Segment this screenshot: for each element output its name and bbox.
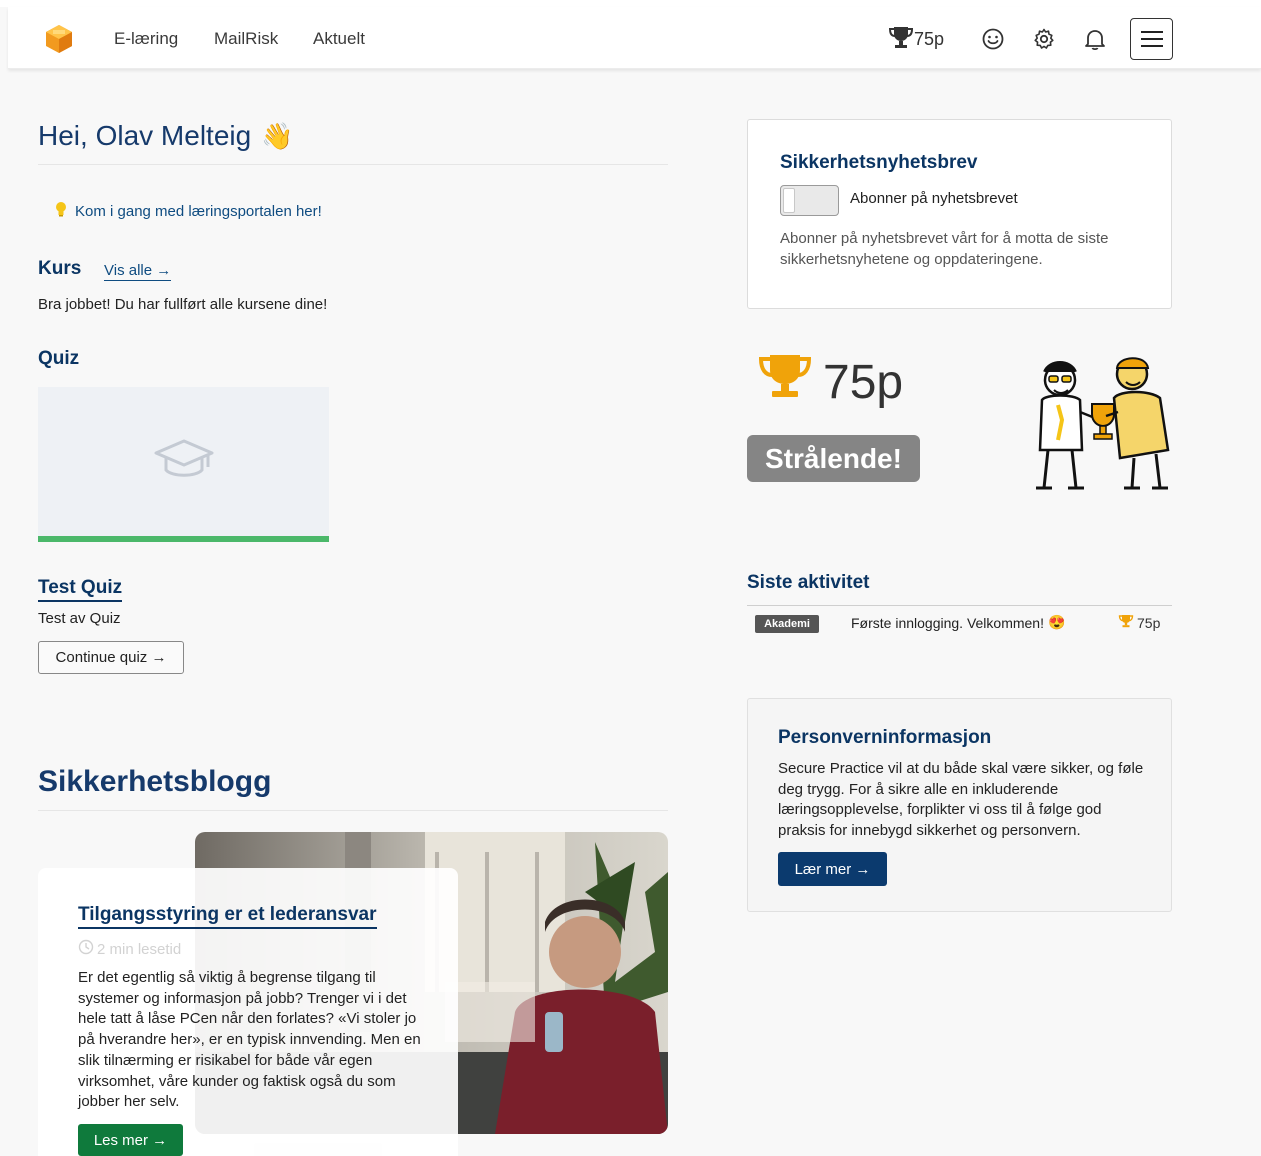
nav-link-elaering[interactable]: E-læring xyxy=(114,29,178,49)
read-time-text: 2 min lesetid xyxy=(97,940,182,958)
toggle-knob xyxy=(783,188,795,213)
divider xyxy=(38,810,668,811)
graduation-cap-icon xyxy=(152,437,216,486)
heart-eyes-emoji: 😍 xyxy=(1047,614,1066,630)
privacy-text: Secure Practice vil at du både skal være… xyxy=(778,760,1144,840)
privacy-heading: Personverninformasjon xyxy=(778,727,992,748)
divider xyxy=(747,605,1172,606)
activity-points: 75p xyxy=(1118,614,1160,631)
newsletter-toggle[interactable] xyxy=(780,185,839,216)
smiley-icon[interactable] xyxy=(981,25,1005,53)
blog-heading: Sikkerhetsblogg xyxy=(38,765,272,798)
privacy-card: Personverninformasjon Secure Practice vi… xyxy=(747,698,1172,912)
blog-post-excerpt: Er det egentlig så viktig å begrense til… xyxy=(78,969,421,1111)
clock-icon xyxy=(78,939,94,959)
top-navbar: E-læring MailRisk Aktuelt 75p xyxy=(8,7,1261,69)
read-time: 2 min lesetid xyxy=(78,939,181,959)
getting-started-text: Kom i gang med læringsportalen her! xyxy=(75,202,322,220)
read-more-button[interactable]: Les mer → xyxy=(78,1124,183,1156)
nav-link-mailrisk[interactable]: MailRisk xyxy=(214,29,278,49)
nav-link-aktuelt[interactable]: Aktuelt xyxy=(313,29,365,49)
getting-started-link[interactable]: Kom i gang med læringsportalen her! xyxy=(54,201,322,221)
activity-tag: Akademi xyxy=(755,615,819,633)
learn-more-button[interactable]: Lær mer → xyxy=(778,852,887,886)
trophy-icon xyxy=(757,352,813,412)
logo-icon[interactable] xyxy=(42,22,76,56)
blog-post-card: Tilgangsstyring er et lederansvar 2 min … xyxy=(38,868,458,1156)
menu-icon[interactable] xyxy=(1130,18,1173,60)
gear-icon[interactable] xyxy=(1032,25,1056,53)
trophy-icon xyxy=(1118,614,1134,631)
continue-quiz-button[interactable]: Continue quiz → xyxy=(38,641,184,674)
top-strip xyxy=(0,0,1261,7)
newsletter-card: Sikkerhetsnyhetsbrev Abonner på nyhetsbr… xyxy=(747,119,1172,309)
activity-text-label: Første innlogging. Velkommen! xyxy=(851,614,1044,631)
page-greeting: Hei, Olav Melteig 👋 xyxy=(38,120,294,152)
greeting-text: Hei, Olav Melteig xyxy=(38,120,252,151)
quiz-heading: Quiz xyxy=(38,348,80,369)
trophy-icon xyxy=(888,25,914,54)
nav-points-value: 75p xyxy=(914,28,945,49)
activity-points-value: 75p xyxy=(1137,614,1161,631)
blog-post-title-link[interactable]: Tilgangsstyring er et lederansvar xyxy=(78,904,377,929)
score-badge: Strålende! xyxy=(747,435,920,482)
newsletter-toggle-label[interactable]: Abonner på nyhetsbrevet xyxy=(850,190,1018,207)
courses-heading: Kurs xyxy=(38,258,82,279)
trophy-handover-illustration xyxy=(1022,350,1174,492)
newsletter-description: Abonner på nyhetsbrevet vårt for å motta… xyxy=(780,230,1109,268)
newsletter-heading: Sikkerhetsnyhetsbrev xyxy=(780,152,978,173)
lightbulb-icon xyxy=(54,201,68,221)
wave-emoji: 👋 xyxy=(261,120,294,151)
see-all-courses-link[interactable]: Vis alle → xyxy=(104,262,172,281)
quiz-title-link[interactable]: Test Quiz xyxy=(38,577,123,602)
activity-text: Første innlogging. Velkommen! 😍 xyxy=(851,614,1065,631)
divider xyxy=(38,164,668,165)
score-points: 75p xyxy=(823,355,904,409)
activity-heading: Siste aktivitet xyxy=(747,572,870,593)
quiz-thumbnail[interactable] xyxy=(38,387,329,542)
nav-points[interactable]: 75p xyxy=(888,25,944,53)
score-display: 75p xyxy=(757,352,903,412)
courses-complete-message: Bra jobbet! Du har fullført alle kursene… xyxy=(38,296,328,313)
quiz-description: Test av Quiz xyxy=(38,610,121,627)
bell-icon[interactable] xyxy=(1084,25,1106,53)
